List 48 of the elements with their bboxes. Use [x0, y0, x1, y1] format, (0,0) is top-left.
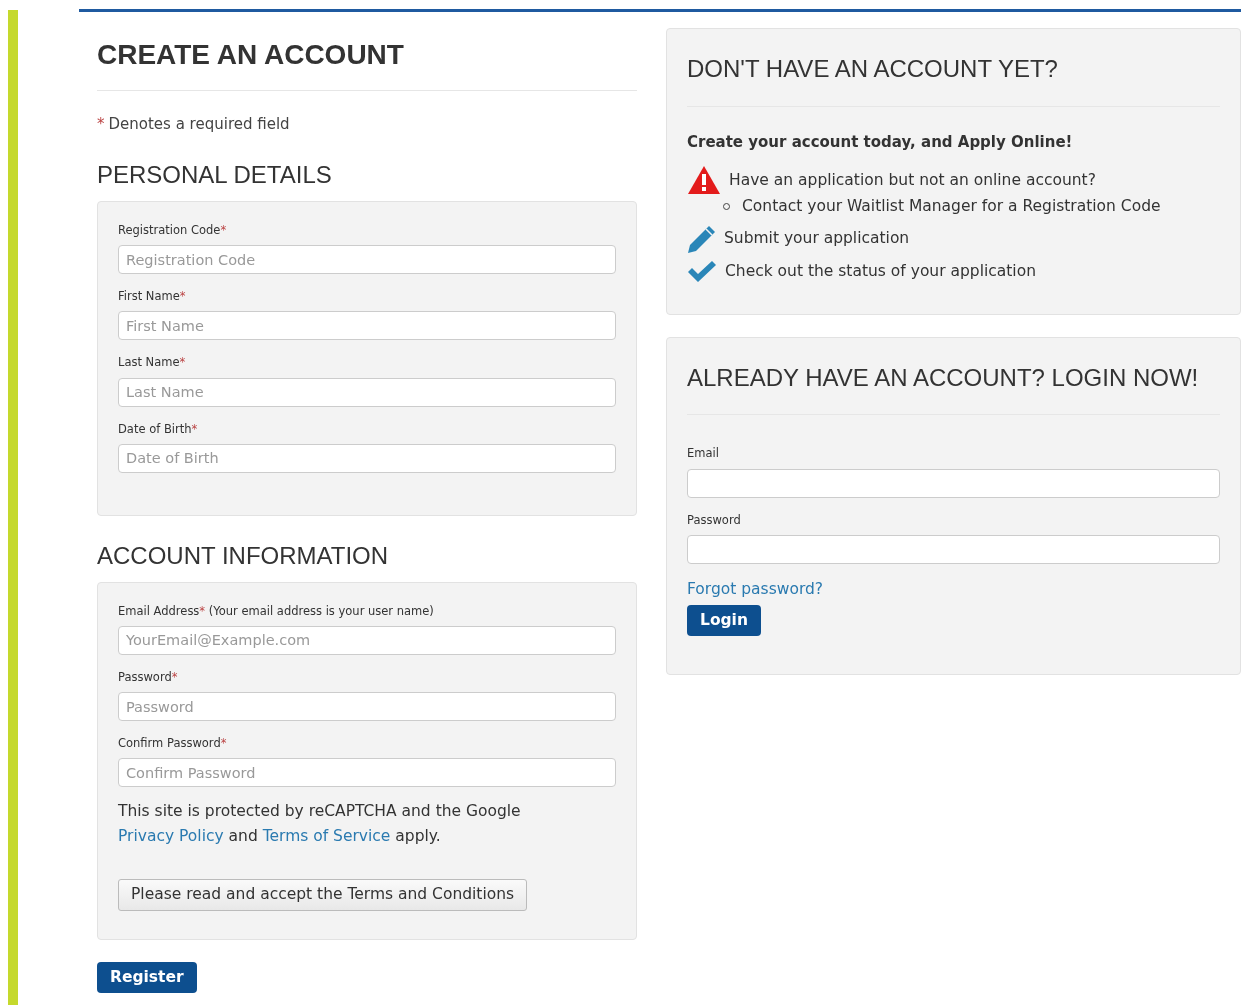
- pencil-icon: [687, 224, 716, 254]
- field-label: Password: [687, 511, 742, 529]
- input-field[interactable]: Date of Birth: [118, 443, 616, 473]
- forgot-password-link[interactable]: Forgot password?: [687, 577, 1220, 602]
- panel-heading: ALREADY HAVE AN ACCOUNT? LOGIN NOW!: [687, 363, 1200, 393]
- input-field[interactable]: Registration Code: [118, 245, 616, 275]
- register-button[interactable]: Register: [97, 961, 197, 993]
- policy-link[interactable]: Privacy Policy: [118, 827, 224, 846]
- section-heading: PERSONAL DETAILS: [97, 161, 333, 190]
- field-label: Email: [687, 445, 720, 463]
- required-asterisk: *: [220, 222, 227, 237]
- page-title: CREATE AN ACCOUNT: [97, 38, 405, 72]
- step-text: Contact your Waitlist Manager for a Registration Code: [742, 196, 1161, 218]
- required-asterisk: *: [220, 736, 227, 751]
- input-field[interactable]: Password: [118, 692, 616, 722]
- step-text: Have an application but not an online account?: [729, 169, 1096, 191]
- input-field[interactable]: YourEmail@Example.com: [118, 625, 616, 655]
- field-label: First Name: [118, 289, 180, 304]
- section-heading: ACCOUNT INFORMATION: [97, 541, 390, 571]
- required-asterisk: *: [171, 669, 178, 684]
- required-asterisk: *: [179, 289, 186, 304]
- panel-lead: Create your account today, and Apply Online!: [687, 131, 1074, 153]
- warning-icon: [687, 165, 721, 196]
- input-field[interactable]: [687, 534, 1220, 564]
- input-field[interactable]: First Name: [118, 311, 616, 341]
- field-label: Last Name: [118, 355, 180, 370]
- step-text: Check out the status of your application: [725, 260, 1036, 282]
- required-asterisk: *: [191, 421, 198, 436]
- required-asterisk: *: [179, 355, 186, 370]
- input-field[interactable]: [687, 468, 1220, 498]
- recaptcha-notice: This site is protected by reCAPTCHA and the Google Privacy Policy and Terms of Service apply.: [118, 801, 522, 848]
- required-asterisk: *: [97, 113, 105, 135]
- required-note: Denotes a required field: [108, 113, 290, 135]
- input-field[interactable]: Confirm Password: [118, 758, 616, 788]
- field-label: Email Address: [118, 603, 200, 618]
- input-field[interactable]: Last Name: [118, 377, 616, 407]
- terms-button[interactable]: Please read and accept the Terms and Conditions: [118, 879, 528, 911]
- login-button[interactable]: Login: [687, 605, 761, 637]
- step-text: Submit your application: [724, 228, 910, 250]
- field-note: (Your email address is your user name): [208, 603, 434, 618]
- field-label: Registration Code: [118, 222, 221, 237]
- field-label: Password: [118, 669, 172, 684]
- policy-link[interactable]: Terms of Service: [262, 827, 391, 846]
- field-label: Date of Birth: [118, 421, 192, 436]
- field-label: Confirm Password: [118, 736, 221, 751]
- required-asterisk: *: [199, 603, 206, 618]
- panel-heading: DON'T HAVE AN ACCOUNT YET?: [687, 55, 1059, 84]
- checkmark-icon: [687, 259, 717, 284]
